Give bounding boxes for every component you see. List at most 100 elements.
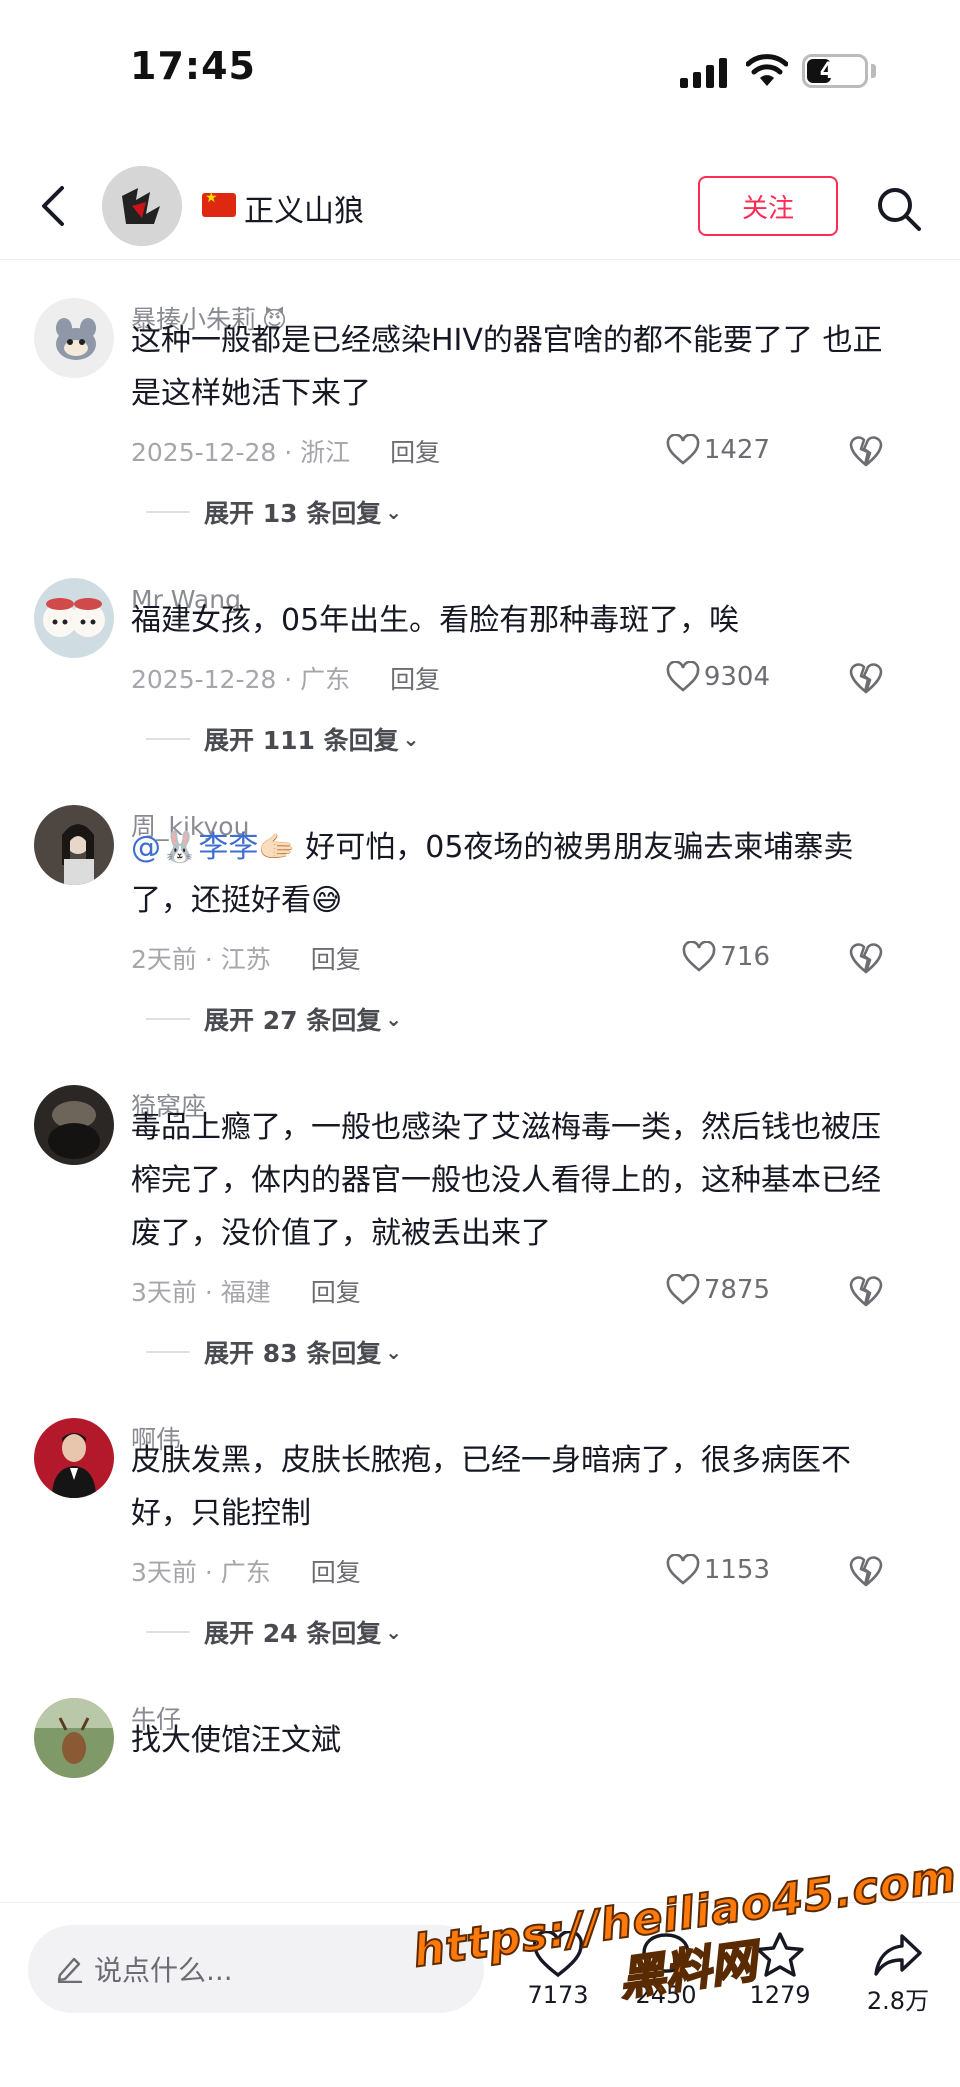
heart-icon	[666, 434, 700, 465]
comment-meta: 2天前 · 江苏 回复 716	[131, 927, 920, 989]
broken-heart-icon[interactable]	[848, 941, 884, 975]
battery-indicator: 42	[802, 54, 868, 88]
comment-meta: 2025-12-28 · 浙江 回复 1427	[131, 420, 920, 482]
profile-avatar-logo-icon	[102, 166, 182, 246]
comment-text: @🐰李李🫱🏻 好可怕，05夜场的被男朋友骗去柬埔寨卖了，还挺好看😅	[131, 821, 920, 927]
comment-meta: 2025-12-28 · 广东 回复 9304	[131, 647, 920, 709]
comment-item: 啊伟 皮肤发黑，皮肤长脓疱，已经一身暗病了，很多病医不好，只能控制 3天前 · …	[0, 1382, 960, 1662]
reply-button[interactable]: 回复	[311, 1273, 361, 1309]
like-count: 1427	[703, 435, 770, 465]
comment-avatar[interactable]	[34, 805, 114, 885]
dark-photo-avatar-icon	[34, 1085, 114, 1165]
reply-button[interactable]: 回复	[311, 940, 361, 976]
comment-avatar[interactable]	[34, 1418, 114, 1498]
back-arrow-icon[interactable]	[36, 184, 72, 228]
comment-list[interactable]: 暴揍小朱莉 😈 这种一般都是已经感染HIV的器官啥的都不能要了了 也正是这样她活…	[0, 262, 960, 1902]
broken-heart-icon[interactable]	[848, 661, 884, 695]
comment-input-placeholder: 说点什么...	[94, 1954, 233, 1987]
comment-avatar[interactable]	[34, 298, 114, 378]
broken-heart-icon[interactable]	[848, 434, 884, 468]
profile-header: 正义山狼 关注	[0, 150, 960, 260]
photo-avatar-icon	[34, 805, 114, 885]
heart-icon	[666, 1554, 700, 1585]
divider	[146, 1018, 190, 1020]
comment-time-location: 3天前 · 广东	[131, 1558, 271, 1587]
chevron-down-icon: ⌄	[385, 500, 402, 524]
expand-replies-button[interactable]: 展开 83 条回复 ⌄	[146, 1322, 920, 1382]
comment-time-location: 3天前 · 福建	[131, 1278, 271, 1307]
like-button[interactable]: 9304	[666, 661, 770, 693]
comment-text[interactable]: 毒品上瘾了，一般也感染了艾滋梅毒一类，然后钱也被压榨完了，体内的器官一般也没人看…	[131, 1101, 920, 1260]
expand-replies-button[interactable]: 展开 24 条回复 ⌄	[146, 1602, 920, 1662]
search-icon[interactable]	[874, 184, 924, 234]
expand-replies-label: 展开 27 条回复	[204, 1006, 382, 1035]
expand-replies-label: 展开 13 条回复	[204, 499, 382, 528]
comment-text[interactable]: 找大使馆汪文斌	[131, 1714, 920, 1767]
cartoon-cat-avatar-icon	[34, 298, 114, 378]
pen-icon	[57, 1957, 83, 1983]
comment-count-button[interactable]: 2450	[616, 1931, 716, 2009]
comment-input[interactable]: 说点什么...	[28, 1925, 484, 2013]
heart-icon	[666, 661, 700, 692]
plush-dolls-avatar-icon	[34, 578, 114, 658]
share-arrow-icon	[874, 1934, 922, 1976]
expand-replies-label: 展开 111 条回复	[204, 726, 399, 755]
broken-heart-icon[interactable]	[848, 1274, 884, 1308]
profile-name[interactable]: 正义山狼	[244, 186, 364, 230]
comment-meta: 3天前 · 广东 回复 1153	[131, 1540, 920, 1602]
comment-avatar[interactable]	[34, 1085, 114, 1165]
comment-avatar[interactable]	[34, 578, 114, 658]
mention-link[interactable]: @🐰李李🫱🏻	[131, 830, 296, 865]
comment-time-location: 2天前 · 江苏	[131, 945, 271, 974]
like-button[interactable]: 7875	[666, 1274, 770, 1306]
like-count: 716	[720, 942, 770, 972]
comment-avatar[interactable]	[34, 1698, 114, 1778]
broken-heart-icon[interactable]	[848, 1554, 884, 1588]
reply-button[interactable]: 回复	[311, 1553, 361, 1589]
like-count: 9304	[703, 662, 770, 692]
comment-text[interactable]: 皮肤发黑，皮肤长脓疱，已经一身暗病了，很多病医不好，只能控制	[131, 1434, 920, 1540]
battery-tip	[871, 64, 876, 78]
like-button[interactable]: 716	[682, 941, 770, 973]
star-icon	[756, 1932, 804, 1977]
like-button[interactable]: 1153	[666, 1554, 770, 1586]
like-count: 7875	[703, 1275, 770, 1305]
expand-replies-button[interactable]: 展开 13 条回复 ⌄	[146, 482, 920, 542]
heart-icon	[533, 1931, 583, 1978]
comment-text[interactable]: 福建女孩，05年出生。看脸有那种毒斑了，唉	[131, 594, 920, 647]
profile-avatar[interactable]	[102, 166, 182, 246]
like-button[interactable]: 1427	[666, 434, 770, 466]
expand-replies-button[interactable]: 展开 27 条回复 ⌄	[146, 989, 920, 1049]
chevron-down-icon: ⌄	[385, 1620, 402, 1644]
reply-button[interactable]: 回复	[390, 433, 440, 469]
comment-meta: 3天前 · 福建 回复 7875	[131, 1260, 920, 1322]
like-video-button[interactable]: 7173	[508, 1931, 608, 2009]
follow-button[interactable]: 关注	[698, 176, 838, 236]
comment-item: 周_kikyou @🐰李李🫱🏻 好可怕，05夜场的被男朋友骗去柬埔寨卖了，还挺好…	[0, 769, 960, 1049]
share-button[interactable]: 2.8万	[848, 1931, 948, 2016]
like-count: 1153	[703, 1555, 770, 1585]
comment-bubble-icon	[642, 1933, 690, 1979]
deer-photo-avatar-icon	[34, 1698, 114, 1778]
comment-text[interactable]: 这种一般都是已经感染HIV的器官啥的都不能要了了 也正是这样她活下来了	[131, 314, 920, 420]
chevron-down-icon: ⌄	[385, 1007, 402, 1031]
expand-replies-label: 展开 83 条回复	[204, 1339, 382, 1368]
favorite-button[interactable]: 1279	[730, 1931, 830, 2009]
status-bar: 17:45 42	[0, 0, 960, 140]
expand-replies-label: 展开 24 条回复	[204, 1619, 382, 1648]
chevron-down-icon: ⌄	[402, 727, 420, 751]
comment-item: 猗窝座 毒品上瘾了，一般也感染了艾滋梅毒一类，然后钱也被压榨完了，体内的器官一般…	[0, 1049, 960, 1382]
wifi-icon	[746, 54, 788, 86]
favorite-count: 1279	[749, 1981, 811, 2009]
heart-icon	[666, 1274, 700, 1305]
chevron-down-icon: ⌄	[385, 1340, 402, 1364]
comment-item: Mr Wang 福建女孩，05年出生。看脸有那种毒斑了，唉 2025-12-28…	[0, 542, 960, 769]
reply-button[interactable]: 回复	[390, 660, 440, 696]
bottom-action-bar: 说点什么... 7173 2450 1279 2.8万	[0, 1902, 960, 2087]
battery-level: 42	[819, 59, 851, 84]
share-count: 2.8万	[866, 1987, 930, 2015]
expand-replies-button[interactable]: 展开 111 条回复 ⌄	[146, 709, 920, 769]
divider	[146, 1631, 190, 1633]
portrait-avatar-icon	[34, 1418, 114, 1498]
heart-icon	[683, 941, 716, 972]
